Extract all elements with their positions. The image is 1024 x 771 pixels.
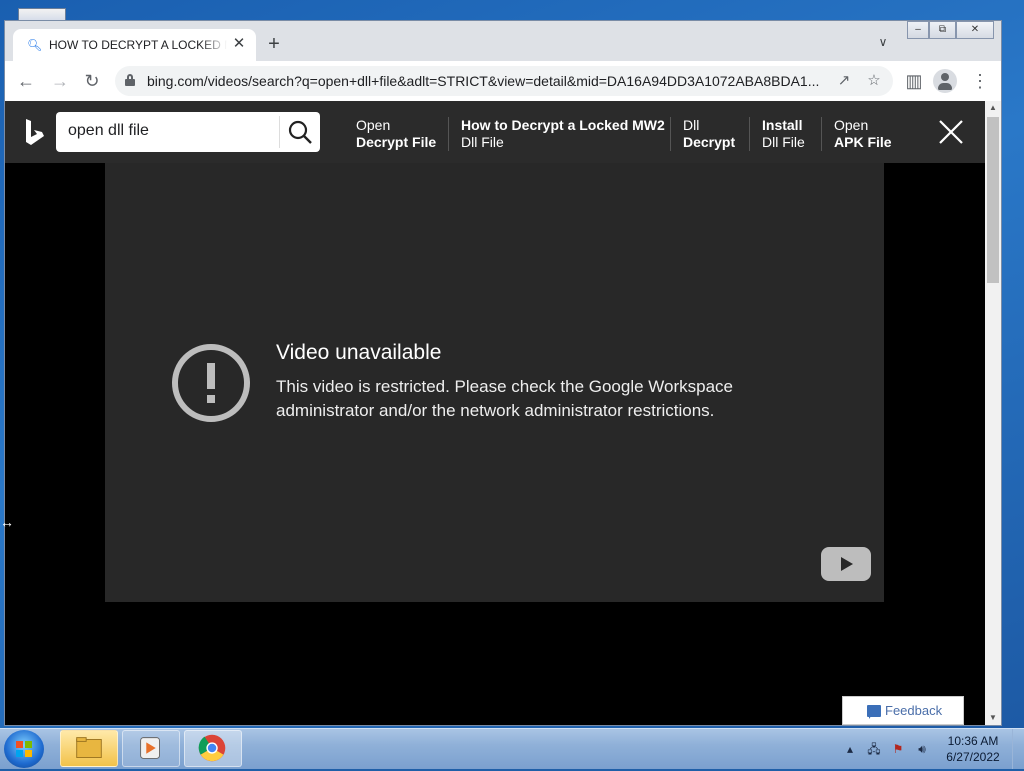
scroll-thumb[interactable] [987, 117, 999, 283]
related-separator [749, 117, 750, 151]
scroll-up-icon[interactable]: ▲ [985, 101, 1001, 115]
profile-avatar-icon[interactable] [933, 69, 957, 93]
share-icon[interactable]: ↗ [833, 70, 855, 92]
action-center-flag-icon[interactable]: ⚑ [890, 741, 906, 757]
related-separator [670, 117, 671, 151]
url-text[interactable]: bing.com/videos/search?q=open+dll+file&a… [147, 73, 823, 89]
related-search-1[interactable]: Open Decrypt File [356, 117, 436, 151]
related-search-5[interactable]: Open APK File [834, 117, 892, 151]
bing-search-icon: 🔍︎ [27, 38, 43, 52]
menu-dots-icon[interactable]: ⋮ [967, 69, 993, 93]
warning-exclamation-icon [172, 344, 250, 422]
new-tab-button[interactable]: + [263, 33, 285, 55]
bing-header: Open Decrypt File How to Decrypt a Locke… [5, 101, 985, 163]
search-icon[interactable] [286, 118, 314, 146]
restore-button[interactable]: ⧉ [929, 21, 956, 39]
media-play-icon [140, 737, 160, 759]
reload-icon[interactable]: ↻ [79, 69, 105, 93]
file-explorer-icon[interactable] [60, 730, 118, 767]
feedback-speech-icon [867, 705, 881, 719]
volume-icon[interactable]: 🔊︎ [914, 741, 930, 757]
chrome-logo-icon [198, 734, 226, 762]
close-icon[interactable] [938, 119, 964, 145]
network-icon[interactable]: 🖧 [866, 741, 882, 757]
clock-time: 10:36 AM [947, 734, 999, 748]
browser-toolbar: ← → ↻ bing.com/videos/search?q=open+dll+… [5, 61, 1001, 101]
tab-close-icon[interactable]: ✕ [230, 35, 248, 53]
show-desktop-button[interactable] [1012, 729, 1024, 769]
video-restricted-message: This video is restricted. Please check t… [276, 377, 734, 420]
search-box [56, 112, 320, 152]
clock[interactable]: 10:36 AM 6/27/2022 [938, 733, 1008, 765]
feedback-button[interactable]: Feedback [842, 696, 964, 725]
video-player[interactable]: Video unavailable This video is restrict… [105, 163, 884, 602]
search-input[interactable] [68, 122, 268, 140]
resize-cursor-icon: ↔ [0, 514, 14, 530]
tab-search-chevron-icon[interactable]: ∨ [873, 35, 893, 53]
related-separator [448, 117, 449, 151]
tab-strip: 🔍︎ HOW TO DECRYPT A LOCKED MW2 DLL FILE … [5, 21, 1001, 61]
bing-logo-icon[interactable] [23, 118, 47, 146]
page-scrollbar[interactable]: ▲ ▼ [985, 101, 1001, 725]
chrome-icon[interactable] [184, 730, 242, 767]
taskbar: ▴ 🖧 ⚑ 🔊︎ 10:36 AM 6/27/2022 [0, 728, 1024, 769]
related-separator [821, 117, 822, 151]
show-hidden-icons-chevron-icon[interactable]: ▴ [842, 741, 858, 757]
video-unavailable-title: Video unavailable [276, 341, 442, 364]
back-arrow-icon[interactable]: ← [13, 69, 39, 93]
folder-icon [76, 737, 102, 758]
related-search-2[interactable]: How to Decrypt a Locked MW2 Dll File [461, 117, 665, 151]
related-search-4[interactable]: Install Dll File [762, 117, 805, 151]
lock-icon[interactable] [125, 74, 135, 86]
minimize-button[interactable]: – [907, 21, 929, 39]
related-search-3[interactable]: Dll Decrypt [683, 117, 735, 151]
scroll-down-icon[interactable]: ▼ [985, 711, 1001, 725]
page-content: Open Decrypt File How to Decrypt a Locke… [5, 101, 985, 725]
start-button[interactable] [4, 730, 44, 768]
clock-date: 6/27/2022 [946, 750, 1000, 764]
side-panel-icon[interactable]: ▥ [901, 69, 927, 93]
windows-logo-icon [16, 741, 32, 757]
tab-active[interactable]: 🔍︎ HOW TO DECRYPT A LOCKED MW2 DLL FILE … [13, 29, 256, 61]
address-bar[interactable]: bing.com/videos/search?q=open+dll+file&a… [115, 66, 893, 96]
search-divider [279, 116, 280, 148]
close-window-button[interactable]: ✕ [956, 21, 994, 39]
bookmark-star-icon[interactable]: ☆ [863, 70, 885, 92]
chrome-window: 🔍︎ HOW TO DECRYPT A LOCKED MW2 DLL FILE … [4, 20, 1002, 726]
youtube-logo-icon[interactable] [821, 547, 871, 581]
media-player-icon[interactable] [122, 730, 180, 767]
forward-arrow-icon[interactable]: → [47, 69, 73, 93]
tab-title: HOW TO DECRYPT A LOCKED MW2 DLL FILE [49, 38, 227, 52]
